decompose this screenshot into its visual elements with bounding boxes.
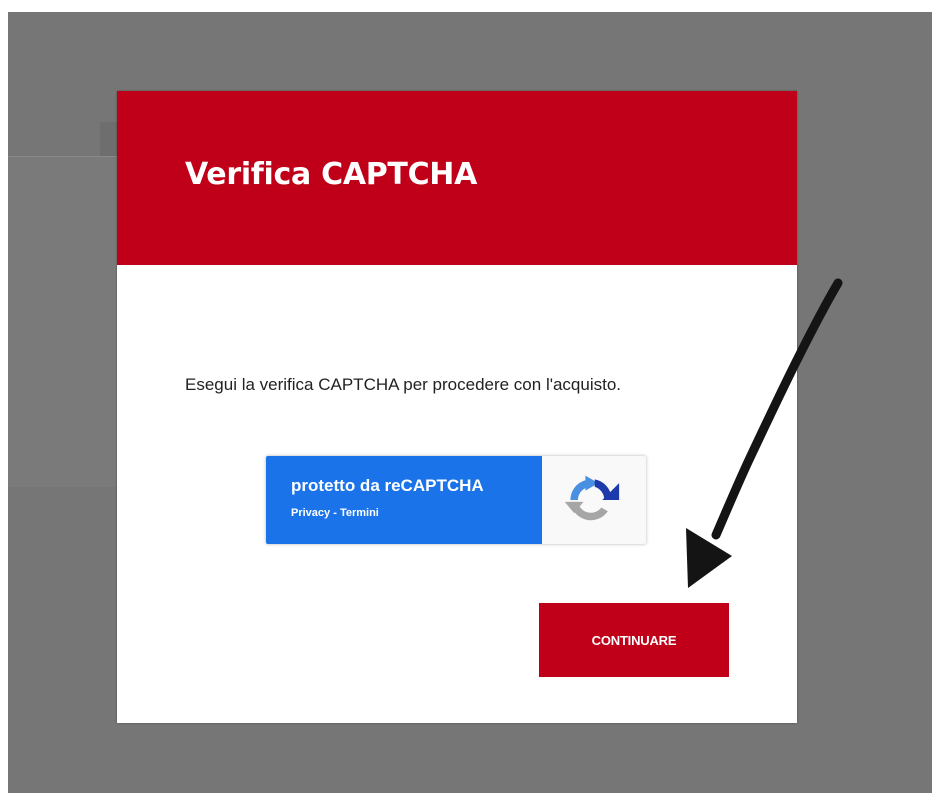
recaptcha-logo-icon [564, 475, 620, 521]
recaptcha-badge[interactable]: protetto da reCAPTCHA Privacy - Termini [266, 456, 646, 544]
recaptcha-links: Privacy - Termini [291, 507, 379, 519]
continue-button[interactable]: CONTINUARE [539, 603, 729, 677]
modal-title: Verifica CAPTCHA [185, 157, 478, 192]
recaptcha-protected-text: protetto da reCAPTCHA [291, 476, 484, 495]
recaptcha-terms-link[interactable]: Termini [340, 507, 379, 519]
recaptcha-info-panel: protetto da reCAPTCHA Privacy - Termini [266, 456, 542, 544]
modal-message: Esegui la verifica CAPTCHA per procedere… [185, 375, 622, 394]
modal-header: Verifica CAPTCHA [117, 91, 797, 265]
background-panel [8, 156, 118, 487]
background-tab [100, 122, 118, 156]
recaptcha-privacy-link[interactable]: Privacy [291, 507, 330, 519]
captcha-modal: Verifica CAPTCHA Esegui la verifica CAPT… [117, 91, 797, 723]
recaptcha-link-separator: - [330, 507, 340, 519]
